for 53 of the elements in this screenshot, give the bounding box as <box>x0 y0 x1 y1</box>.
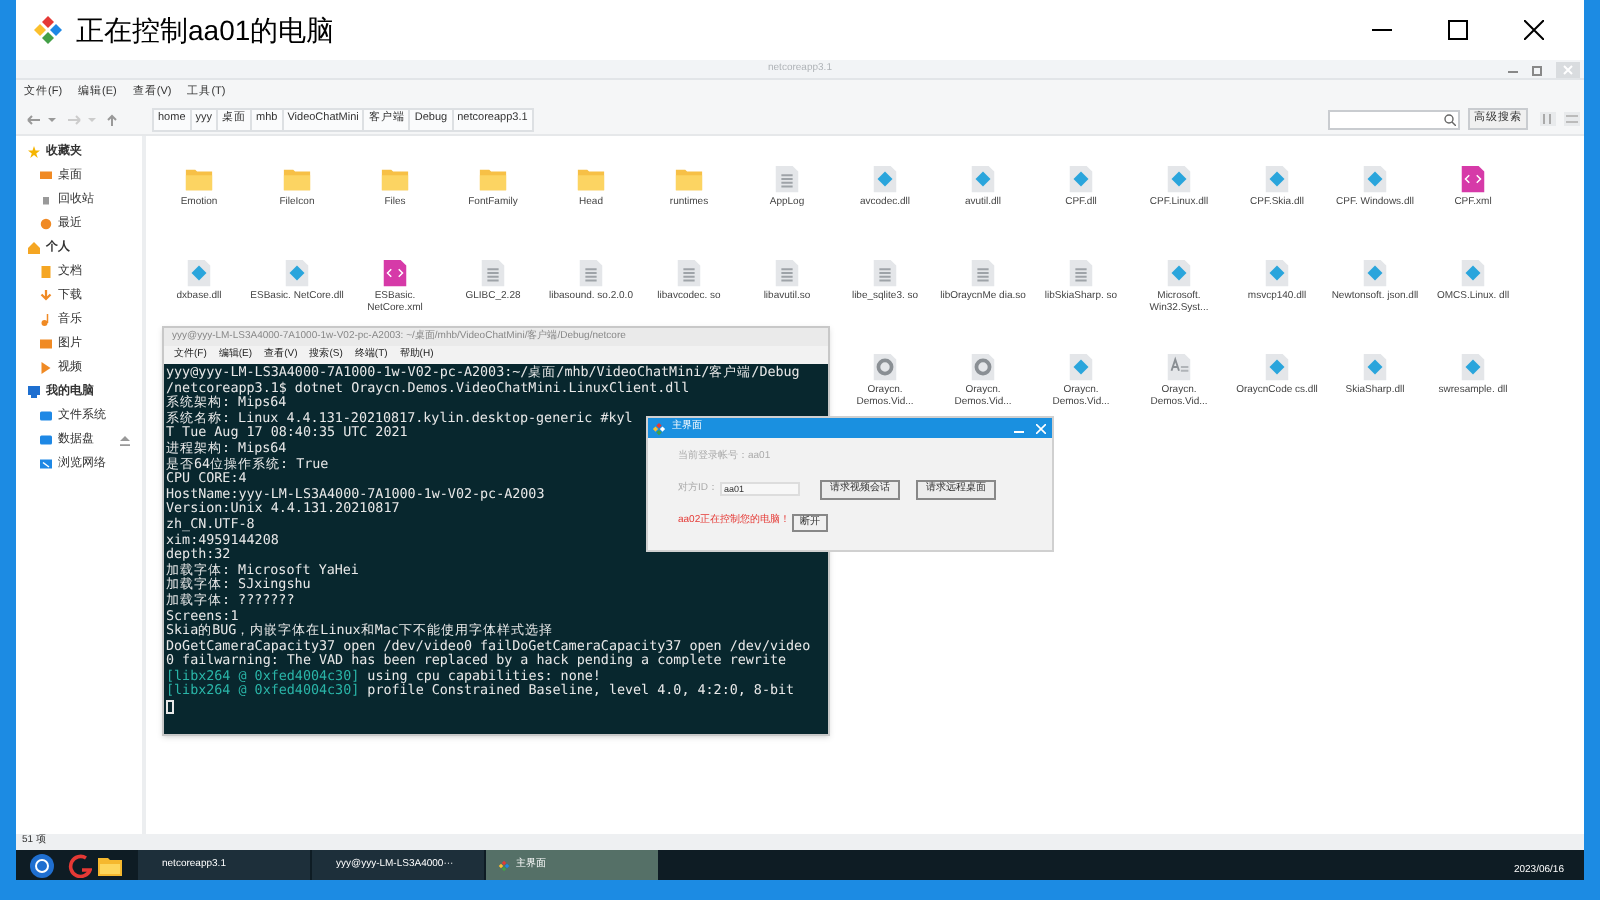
diamond-file-icon[interactable] <box>282 258 312 288</box>
search-icon <box>1444 113 1456 125</box>
diamond-file-icon[interactable] <box>1360 352 1390 382</box>
diamond-file-icon[interactable] <box>1458 352 1488 382</box>
diamond-file-icon[interactable] <box>184 258 214 288</box>
text-file-icon[interactable] <box>1066 258 1096 288</box>
list-view-icon[interactable] <box>1564 112 1580 126</box>
gear-file-icon[interactable] <box>968 352 998 382</box>
text-file-icon[interactable] <box>772 164 802 194</box>
text-file-icon[interactable] <box>772 258 802 288</box>
text-file-icon[interactable] <box>870 258 900 288</box>
computer-icon <box>28 386 40 398</box>
grid-view-icon[interactable] <box>1540 112 1556 126</box>
font-file-icon[interactable] <box>1164 352 1194 382</box>
diamond-file-icon[interactable] <box>968 164 998 194</box>
download-icon <box>40 290 52 302</box>
maximize-icon[interactable] <box>1448 20 1468 40</box>
diamond-file-icon[interactable] <box>1360 164 1390 194</box>
start-icon[interactable] <box>30 853 54 877</box>
text-file-icon[interactable] <box>576 258 606 288</box>
swirl-icon[interactable] <box>68 853 92 877</box>
diamond-file-icon[interactable] <box>1458 258 1488 288</box>
diamond-file-icon[interactable] <box>1164 164 1194 194</box>
diamond-file-icon[interactable] <box>1066 352 1096 382</box>
app-logo-icon <box>652 421 666 435</box>
star-icon <box>28 146 40 158</box>
clock-icon <box>40 218 52 230</box>
network-icon <box>40 458 52 470</box>
text-file-icon[interactable] <box>968 258 998 288</box>
diamond-file-icon[interactable] <box>1066 164 1096 194</box>
diamond-file-icon[interactable] <box>1360 258 1390 288</box>
text-file-icon[interactable] <box>478 258 508 288</box>
code-file-icon[interactable] <box>1458 164 1488 194</box>
window-title: 正在控制aa01的电脑 <box>76 11 335 49</box>
house-icon <box>28 242 40 254</box>
restore-icon[interactable] <box>1532 65 1542 75</box>
gear-file-icon[interactable] <box>870 352 900 382</box>
diamond-file-icon[interactable] <box>1262 352 1292 382</box>
close-icon[interactable] <box>1524 20 1544 40</box>
diamond-file-icon[interactable] <box>1262 164 1292 194</box>
diamond-file-icon[interactable] <box>870 164 900 194</box>
image-icon <box>40 338 52 350</box>
music-icon <box>40 314 52 326</box>
eject-icon[interactable] <box>120 435 130 445</box>
text-file-icon[interactable] <box>674 258 704 288</box>
diamond-file-icon[interactable] <box>1262 258 1292 288</box>
code-file-icon[interactable] <box>380 258 410 288</box>
play-icon <box>40 362 52 374</box>
app-logo-icon <box>32 14 64 46</box>
search-field[interactable] <box>1328 109 1460 129</box>
folder-icon[interactable] <box>98 855 122 875</box>
diamond-file-icon[interactable] <box>1164 258 1194 288</box>
document-icon <box>40 266 52 278</box>
